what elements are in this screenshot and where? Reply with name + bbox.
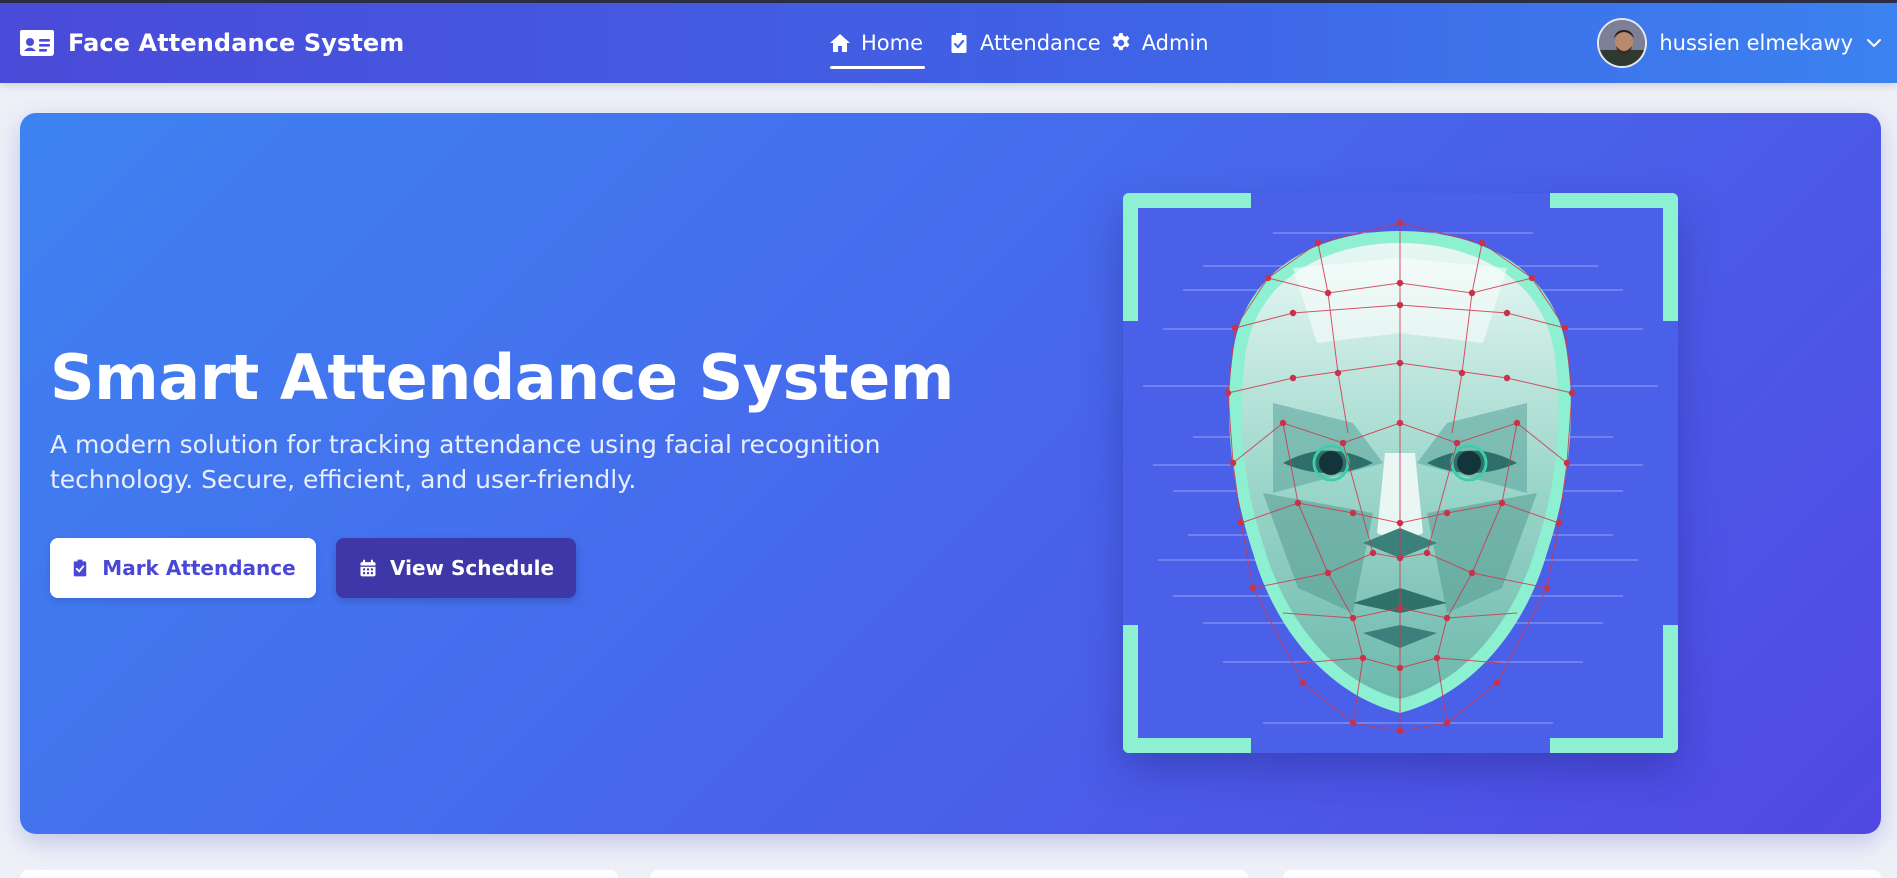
clipboard-check-icon xyxy=(74,559,87,577)
user-menu[interactable]: hussien elmekawy xyxy=(1597,3,1883,83)
hero-subtitle: A modern solution for tracking attendanc… xyxy=(50,430,881,494)
view-schedule-button[interactable]: View Schedule xyxy=(336,538,576,598)
feature-card xyxy=(20,870,618,878)
hero-title: Smart Attendance System xyxy=(50,341,954,414)
gear-icon xyxy=(1112,33,1130,51)
mark-attendance-label: Mark Attendance xyxy=(102,556,296,580)
home-icon xyxy=(830,34,850,52)
nav-attendance-label: Attendance xyxy=(980,31,1101,55)
face-scan-illustration xyxy=(1123,193,1678,753)
nav-admin-link[interactable]: Admin xyxy=(1109,3,1211,83)
calendar-icon xyxy=(360,559,376,577)
top-navbar: Face Attendance System Home Attendance A… xyxy=(0,3,1897,83)
chevron-down-icon[interactable] xyxy=(1865,34,1883,52)
id-card-icon xyxy=(20,30,54,56)
brand[interactable]: Face Attendance System xyxy=(20,29,404,57)
nav-admin-label: Admin xyxy=(1141,31,1209,55)
clipboard-check-icon xyxy=(951,33,967,53)
brand-title: Face Attendance System xyxy=(68,29,405,57)
hero-banner: Smart Attendance System A modern solutio… xyxy=(20,113,1881,834)
nav-attendance-link[interactable]: Attendance xyxy=(947,3,1103,83)
avatar[interactable] xyxy=(1597,18,1648,68)
feature-card xyxy=(650,870,1248,878)
feature-cards-peek xyxy=(0,870,1897,878)
nav-home-label: Home xyxy=(861,31,924,55)
nav-home-link[interactable]: Home xyxy=(828,3,926,83)
mark-attendance-button[interactable]: Mark Attendance xyxy=(50,538,316,598)
face-mesh-graphic xyxy=(1123,193,1678,753)
user-avatar-image xyxy=(1599,20,1646,66)
feature-card xyxy=(1283,870,1881,878)
main-nav: Home Attendance Admin xyxy=(828,3,1211,83)
user-name: hussien elmekawy xyxy=(1659,31,1853,55)
view-schedule-label: View Schedule xyxy=(389,556,555,580)
